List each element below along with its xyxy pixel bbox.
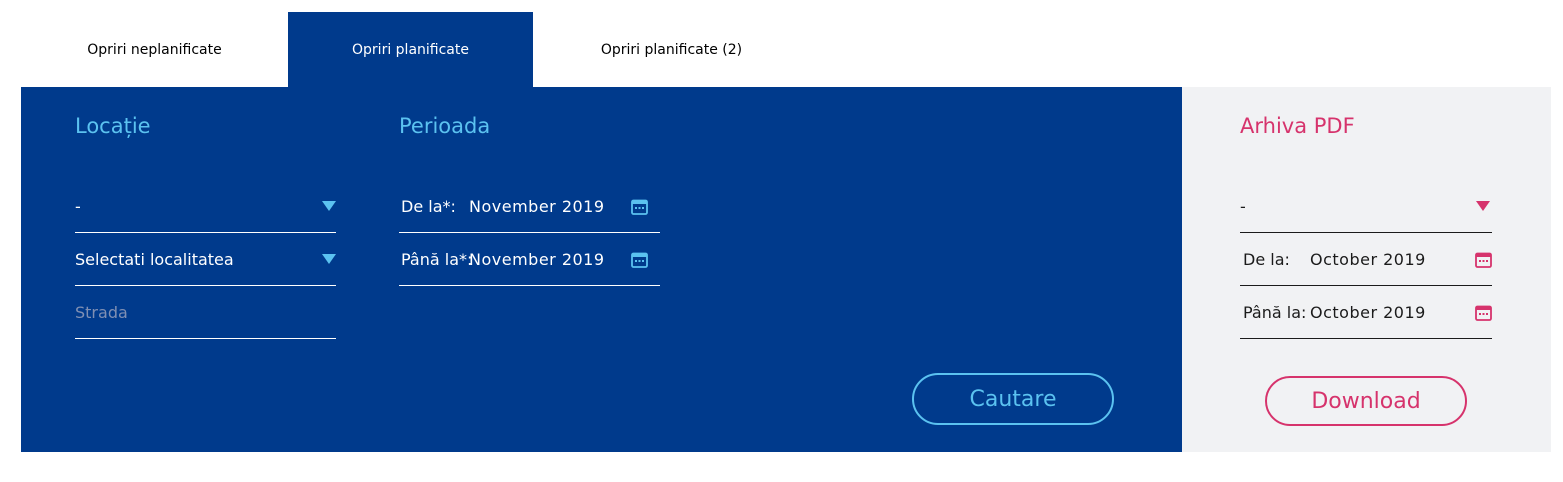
tab-label: Opriri planificate (2) — [600, 41, 743, 58]
pdf-archive-panel: Arhiva PDF - De la: October 2019 Până la… — [1182, 87, 1551, 452]
period-to-value: November 2019 — [469, 249, 605, 269]
archive-from-field[interactable]: De la: October 2019 — [1240, 233, 1492, 286]
archive-to-value: October 2019 — [1310, 302, 1426, 322]
search-button[interactable]: Cautare — [912, 373, 1114, 425]
archive-select-value: - — [1240, 196, 1246, 216]
locality-value: Selectati localitatea — [75, 249, 234, 269]
period-to-label: Până la*: — [401, 249, 473, 269]
county-value: - — [75, 196, 81, 216]
chevron-down-icon — [322, 201, 336, 211]
street-input[interactable]: Strada — [75, 286, 336, 339]
archive-from-label: De la: — [1243, 249, 1290, 269]
tab-label: Opriri planificate — [352, 41, 469, 58]
archive-select[interactable]: - — [1240, 180, 1492, 233]
location-title: Locație — [75, 114, 151, 138]
calendar-icon[interactable] — [631, 251, 648, 268]
archive-from-value: October 2019 — [1310, 249, 1426, 269]
archive-to-label: Până la: — [1243, 302, 1307, 322]
calendar-icon[interactable] — [1475, 304, 1492, 321]
tab-planned-outages-2[interactable]: Opriri planificate (2) — [533, 12, 810, 87]
period-from-value: November 2019 — [469, 196, 605, 216]
chevron-down-icon — [322, 254, 336, 264]
street-placeholder: Strada — [75, 302, 128, 322]
search-panel: Locație - Selectati localitatea Strada P… — [21, 87, 1182, 452]
tab-planned-outages[interactable]: Opriri planificate — [288, 12, 533, 87]
chevron-down-icon — [1476, 201, 1490, 211]
tab-label: Opriri neplanificate — [87, 41, 222, 58]
locality-select[interactable]: Selectati localitatea — [75, 233, 336, 286]
download-button[interactable]: Download — [1265, 376, 1467, 426]
calendar-icon[interactable] — [1475, 251, 1492, 268]
period-to-field[interactable]: Până la*: November 2019 — [399, 233, 660, 286]
period-from-field[interactable]: De la*: November 2019 — [399, 180, 660, 233]
tab-unplanned-outages[interactable]: Opriri neplanificate — [21, 12, 288, 87]
archive-title: Arhiva PDF — [1240, 114, 1355, 138]
calendar-icon[interactable] — [631, 198, 648, 215]
download-button-label: Download — [1311, 388, 1421, 414]
search-button-label: Cautare — [969, 386, 1057, 412]
county-select[interactable]: - — [75, 180, 336, 233]
period-from-label: De la*: — [401, 196, 456, 216]
archive-to-field[interactable]: Până la: October 2019 — [1240, 286, 1492, 339]
tab-bar: Opriri neplanificate Opriri planificate … — [21, 12, 810, 87]
period-title: Perioada — [399, 114, 491, 138]
